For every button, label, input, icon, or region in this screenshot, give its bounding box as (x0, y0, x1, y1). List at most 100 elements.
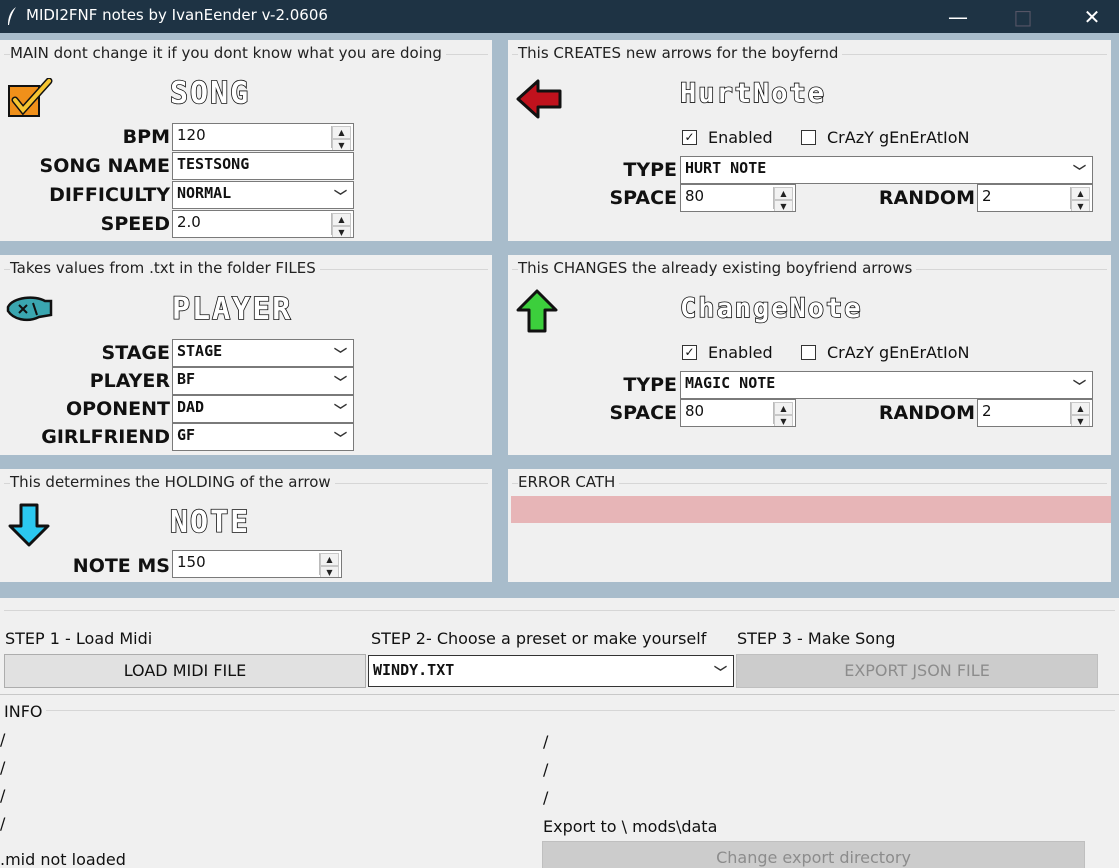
speed-spinbox[interactable]: 2.0 ▲ ▼ (172, 210, 354, 238)
changenote-panel: This CHANGES the already existing boyfri… (508, 255, 1111, 455)
window-title: MIDI2FNF notes by IvanEender v-2.0606 (26, 6, 328, 24)
info-left-line: / (0, 786, 6, 805)
info-left-line: / (0, 814, 6, 833)
song-name-input[interactable]: TESTSONG (172, 152, 354, 180)
change-space-stepper[interactable]: ▲ ▼ (773, 402, 793, 426)
difficulty-label: DIFFICULTY (49, 184, 170, 206)
change-crazy-label: CrAzY gEnErAtIoN (827, 343, 970, 362)
player-panel: Takes values from .txt in the folder FIL… (0, 255, 492, 455)
bpm-spinbox[interactable]: 120 ▲ ▼ (172, 123, 354, 151)
song-frame-title: MAIN dont change it if you dont know wha… (10, 44, 446, 62)
midi-status-text: .mid not loaded (0, 850, 126, 868)
change-random-label: RANDOM (878, 402, 975, 424)
note-ms-label: NOTE MS (72, 555, 170, 577)
hurt-type-label: TYPE (623, 159, 677, 181)
hurtnote-heading: HurtNote (679, 77, 827, 110)
change-space-label: SPACE (609, 402, 678, 424)
change-enabled-checkbox[interactable]: ✓ (682, 345, 697, 360)
info-panel: INFO / / / / .mid not loaded / / / Expor… (0, 694, 1119, 868)
note-panel: This determines the HOLDING of the arrow… (0, 469, 492, 582)
minimize-button[interactable]: — (935, 0, 981, 33)
chevron-down-icon: ﹀ (333, 348, 347, 363)
hurt-space-spinbox[interactable]: 80 ▲ ▼ (680, 184, 796, 212)
hurt-random-spinbox[interactable]: 2 ▲ ▼ (977, 184, 1093, 212)
change-random-stepper[interactable]: ▲ ▼ (1070, 402, 1090, 426)
hurtnote-panel: This CREATES new arrows for the boyfernd… (508, 40, 1111, 241)
player-icon (6, 296, 53, 322)
hurt-enabled-checkbox[interactable]: ✓ (682, 130, 697, 145)
player-heading: PLAYER (171, 291, 293, 328)
song-panel: MAIN dont change it if you dont know wha… (0, 40, 492, 241)
export-json-button[interactable]: EXPORT JSON FILE (736, 654, 1098, 688)
player-frame-title: Takes values from .txt in the folder FIL… (10, 259, 320, 277)
girlfriend-label: GIRLFRIEND (41, 426, 170, 448)
stage-label: STAGE (101, 342, 170, 364)
note-ms-spinbox[interactable]: 150 ▲ ▼ (172, 550, 342, 578)
close-button[interactable]: ✕ (1069, 0, 1115, 33)
error-message-bar (511, 496, 1111, 523)
maximize-button[interactable]: □ (1000, 0, 1046, 33)
title-bar: MIDI2FNF notes by IvanEender v-2.0606 — … (0, 0, 1119, 33)
speed-label: SPEED (100, 213, 170, 235)
song-heading: SONG (169, 75, 251, 112)
error-panel: ERROR CATH (508, 469, 1111, 582)
steps-panel: STEP 1 - Load Midi STEP 2- Choose a pres… (0, 598, 1119, 694)
chevron-down-icon: ﹀ (333, 376, 347, 391)
hurt-random-stepper[interactable]: ▲ ▼ (1070, 187, 1090, 211)
chevron-down-icon: ﹀ (333, 432, 347, 447)
note-ms-stepper[interactable]: ▲ ▼ (319, 553, 339, 577)
hurt-type-select[interactable]: HURT NOTE ﹀ (680, 156, 1093, 184)
oponent-select[interactable]: DAD ﹀ (172, 395, 354, 423)
up-arrow-icon (516, 289, 558, 333)
step3-label: STEP 3 - Make Song (737, 629, 896, 648)
info-left-line: / (0, 730, 6, 749)
change-space-spinbox[interactable]: 80 ▲ ▼ (680, 399, 796, 427)
player-select[interactable]: BF ﹀ (172, 367, 354, 395)
load-midi-button[interactable]: LOAD MIDI FILE (4, 654, 366, 688)
changenote-frame-title: This CHANGES the already existing boyfri… (518, 259, 917, 277)
checkmark-note-icon (8, 78, 53, 117)
info-right-line: / (543, 760, 549, 779)
error-frame-title: ERROR CATH (518, 473, 620, 491)
hurtnote-frame-title: This CREATES new arrows for the boyfernd (518, 44, 843, 62)
down-arrow-icon (8, 503, 50, 547)
bpm-label: BPM (122, 126, 170, 148)
hurt-enabled-label: Enabled (708, 128, 773, 147)
chevron-down-icon: ﹀ (1072, 380, 1086, 395)
stage-select[interactable]: STAGE ﹀ (172, 339, 354, 367)
info-frame-title: INFO (4, 702, 43, 721)
left-arrow-icon (516, 79, 562, 119)
change-crazy-checkbox[interactable] (801, 345, 816, 360)
chevron-down-icon: ﹀ (333, 190, 347, 205)
info-right-line: / (543, 788, 549, 807)
note-heading: NOTE (169, 504, 251, 541)
hurt-space-stepper[interactable]: ▲ ▼ (773, 187, 793, 211)
change-type-label: TYPE (623, 374, 677, 396)
changenote-heading: ChangeNote (679, 292, 863, 325)
change-random-spinbox[interactable]: 2 ▲ ▼ (977, 399, 1093, 427)
hurt-crazy-checkbox[interactable] (801, 130, 816, 145)
export-path-text: Export to \ mods\data (543, 817, 718, 836)
change-type-select[interactable]: MAGIC NOTE ﹀ (680, 371, 1093, 399)
difficulty-select[interactable]: NORMAL ﹀ (172, 181, 354, 209)
chevron-down-icon: ﹀ (713, 666, 727, 681)
info-right-line: / (543, 732, 549, 751)
preset-select[interactable]: WINDY.TXT ﹀ (368, 655, 734, 687)
hurt-random-label: RANDOM (878, 187, 975, 209)
step2-label: STEP 2- Choose a preset or make yourself (371, 629, 707, 648)
feather-icon (8, 7, 16, 25)
hurt-crazy-label: CrAzY gEnErAtIoN (827, 128, 970, 147)
girlfriend-select[interactable]: GF ﹀ (172, 423, 354, 451)
player-label: PLAYER (89, 370, 170, 392)
change-enabled-label: Enabled (708, 343, 773, 362)
note-frame-title: This determines the HOLDING of the arrow (10, 473, 335, 491)
step1-label: STEP 1 - Load Midi (5, 629, 153, 648)
speed-stepper[interactable]: ▲ ▼ (331, 213, 351, 237)
oponent-label: OPONENT (66, 398, 170, 420)
chevron-down-icon: ﹀ (1072, 165, 1086, 180)
bpm-stepper[interactable]: ▲ ▼ (331, 126, 351, 150)
hurt-space-label: SPACE (609, 187, 678, 209)
info-left-line: / (0, 758, 6, 777)
change-export-directory-button[interactable]: Change export directory (542, 841, 1085, 868)
song-name-label: SONG NAME (39, 155, 170, 177)
